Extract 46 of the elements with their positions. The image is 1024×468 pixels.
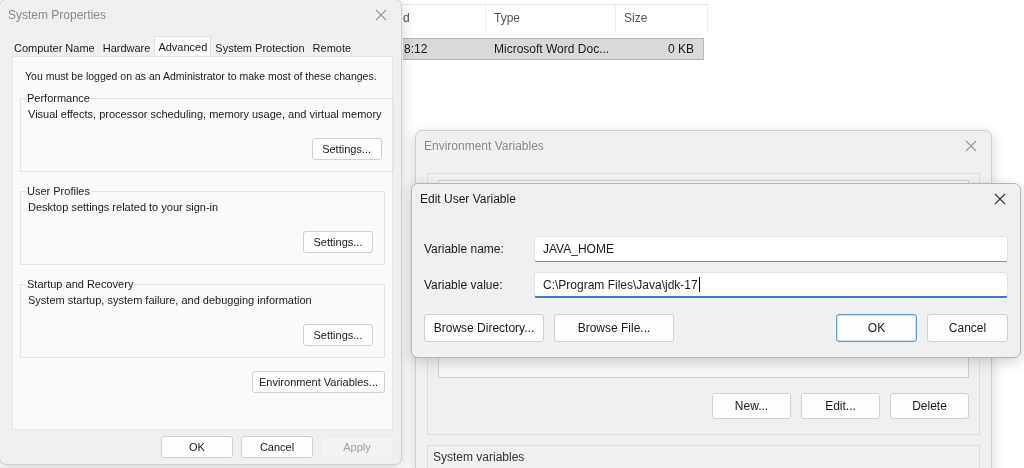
close-icon (994, 193, 1006, 205)
environment-variables-button[interactable]: Environment Variables... (251, 371, 385, 393)
tab[interactable]: Remote (308, 38, 356, 56)
table-cell-text: Microsoft Word Doc... (493, 42, 611, 56)
text-field[interactable]: C:\Program Files\Java\jdk-17 (534, 272, 1008, 298)
group-title: User Profiles (26, 185, 91, 197)
list-action-button[interactable]: Edit... (801, 393, 880, 419)
window-title: System Properties (8, 8, 107, 22)
settings-button[interactable]: Settings... (303, 324, 373, 346)
text-caret (698, 277, 700, 292)
column-header[interactable]: Type (486, 5, 616, 32)
dialog-button[interactable]: Cancel (927, 314, 1008, 342)
field-value: C:\Program Files\Java\jdk-17 (543, 277, 698, 292)
field-label: Variable name: (424, 242, 505, 256)
group-title: Startup and Recovery (26, 278, 135, 290)
group-description: System startup, system failure, and debugging information (28, 294, 313, 306)
notice-text: You must be logged on as an Administrator to make most of these changes. (25, 69, 377, 83)
group-title: Performance (26, 92, 91, 104)
tab[interactable]: Advanced (154, 36, 212, 56)
column-header[interactable]: d (403, 5, 486, 32)
window-title: Environment Variables (424, 139, 544, 153)
window-title: Edit User Variable (420, 192, 516, 206)
field-label: Variable value: (424, 278, 504, 292)
tab[interactable]: System Protection (211, 38, 309, 56)
group-title: System variables (433, 450, 525, 464)
close-icon (965, 140, 977, 152)
tab[interactable]: Hardware (98, 38, 155, 56)
close-icon (375, 9, 387, 21)
dialog-button[interactable]: OK (161, 436, 233, 458)
list-action-button[interactable]: New... (712, 393, 791, 419)
table-cell-text: 8:12 (403, 42, 429, 56)
field-value: JAVA_HOME (543, 242, 614, 256)
dialog-button[interactable]: Cancel (241, 436, 313, 458)
list-action-button[interactable]: Delete (890, 393, 969, 419)
browse-button[interactable]: Browse File... (554, 314, 674, 342)
group-description: Visual effects, processor scheduling, memory usage, and virtual memory (28, 108, 382, 120)
dialog-button[interactable]: OK (836, 314, 917, 342)
settings-button[interactable]: Settings... (303, 231, 373, 253)
tab[interactable]: Computer Name (10, 38, 99, 56)
browse-button[interactable]: Browse Directory... (424, 314, 544, 342)
group-description: Desktop settings related to your sign-in (28, 201, 220, 213)
table-cell-text: 0 KB (667, 42, 695, 56)
column-header[interactable]: Size (616, 5, 708, 32)
file-row[interactable]: 8:12 Microsoft Word Doc... 0 KB (403, 38, 704, 60)
text-field[interactable]: JAVA_HOME (534, 236, 1008, 262)
settings-button[interactable]: Settings... (311, 138, 382, 160)
